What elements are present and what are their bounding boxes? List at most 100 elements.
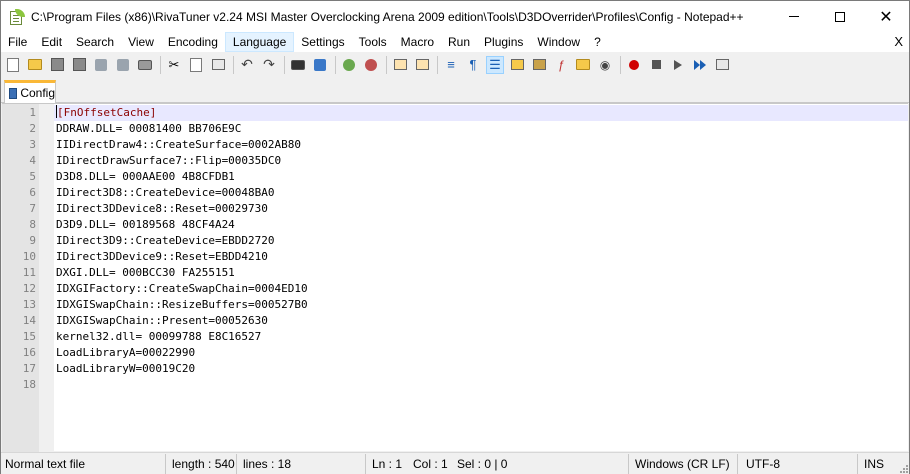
editor-line[interactable]: 13 IDXGISwapChain::ResizeBuffers=000527B0	[23, 297, 908, 313]
close-all-icon[interactable]	[114, 56, 132, 74]
undo-icon[interactable]: ↶	[238, 56, 256, 74]
maximize-icon	[835, 11, 845, 22]
menu-tools[interactable]: Tools	[352, 32, 394, 52]
toolbar-separator	[437, 55, 438, 74]
menu-plugins[interactable]: Plugins	[477, 32, 530, 52]
line-text: kernel32.dll= 00099788 E8C16527	[56, 330, 262, 343]
maximize-button[interactable]	[817, 1, 863, 32]
editor-line[interactable]: 7 IDirect3DDevice8::Reset=00029730	[29, 201, 908, 217]
title-bar[interactable]: C:\Program Files (x86)\RivaTuner v2.24 M…	[1, 1, 909, 32]
editor-line[interactable]: 3 IIDirectDraw4::CreateSurface=0002AB80	[29, 137, 908, 153]
playback-macro-icon[interactable]	[669, 56, 687, 74]
document-map-icon[interactable]	[530, 56, 548, 74]
editor-line[interactable]: 4 IDirectDrawSurface7::Flip=00035DC0	[29, 153, 908, 169]
saved-file-icon	[9, 87, 18, 99]
toolbar-separator	[284, 55, 285, 74]
save-all-icon[interactable]	[70, 56, 88, 74]
cut-icon[interactable]: ✂	[165, 56, 183, 74]
resize-grip-icon[interactable]	[898, 463, 908, 473]
line-number: 9	[29, 234, 36, 247]
menu-edit[interactable]: Edit	[34, 32, 69, 52]
close-window-button[interactable]: ✕	[863, 1, 909, 32]
status-eol[interactable]: Windows (CR LF)	[629, 453, 738, 474]
run-macro-multiple-icon[interactable]	[691, 56, 709, 74]
open-file-icon[interactable]	[26, 56, 44, 74]
line-number: 12	[22, 282, 36, 295]
line-text: LoadLibraryA=00022990	[56, 346, 196, 359]
editor-line[interactable]: 2 DDRAW.DLL= 00081400 BB706E9C	[29, 121, 908, 137]
menu-settings[interactable]: Settings	[294, 32, 351, 52]
stop-recording-icon[interactable]	[647, 56, 665, 74]
editor-line[interactable]: 6 IDirect3D8::CreateDevice=00048BA0	[29, 185, 908, 201]
line-number: 14	[22, 314, 36, 327]
text-lines[interactable]: 1 [FnOffsetCache] 2 DDRAW.DLL= 00081400 B…	[23, 105, 908, 393]
word-wrap-icon[interactable]: ≡	[442, 56, 460, 74]
indent-guide-icon[interactable]: ☰	[486, 55, 504, 74]
minimize-button[interactable]	[771, 1, 817, 32]
menu-file[interactable]: File	[1, 32, 34, 52]
menu-search[interactable]: Search	[69, 32, 121, 52]
save-icon[interactable]	[48, 56, 66, 74]
replace-icon[interactable]	[311, 56, 329, 74]
editor-area[interactable]: 1 [FnOffsetCache] 2 DDRAW.DLL= 00081400 B…	[2, 103, 908, 452]
print-icon[interactable]	[136, 56, 154, 74]
save-macro-icon[interactable]	[713, 56, 731, 74]
menu-language[interactable]: Language	[224, 32, 295, 52]
find-icon[interactable]	[289, 56, 307, 74]
editor-line[interactable]: 18	[23, 377, 908, 393]
line-number: 4	[29, 154, 36, 167]
sync-vertical-icon[interactable]	[391, 56, 409, 74]
fold-margin[interactable]	[39, 104, 54, 452]
zoom-out-icon[interactable]	[362, 56, 380, 74]
menu-view[interactable]: View	[121, 32, 161, 52]
editor-line[interactable]: 15 kernel32.dll= 00099788 E8C16527	[23, 329, 908, 345]
show-all-characters-icon[interactable]: ¶	[464, 56, 482, 74]
paste-icon[interactable]	[209, 56, 227, 74]
copy-icon[interactable]	[187, 56, 205, 74]
menu-macro[interactable]: Macro	[394, 32, 441, 52]
new-file-icon[interactable]	[4, 56, 22, 74]
line-text: D3D9.DLL= 00189568 48CF4A24	[56, 218, 235, 231]
menu-bar: File Edit Search View Encoding Language …	[1, 32, 909, 52]
line-number: 11	[22, 266, 36, 279]
editor-line[interactable]: 17 LoadLibraryW=00019C20	[23, 361, 908, 377]
editor-line[interactable]: 12 IDXGIFactory::CreateSwapChain=0004ED10	[23, 281, 908, 297]
zoom-in-icon[interactable]	[340, 56, 358, 74]
close-icon: ✕	[879, 8, 893, 26]
record-macro-icon[interactable]	[625, 56, 643, 74]
status-ln: Ln : 1	[372, 456, 403, 471]
menu-window[interactable]: Window	[530, 32, 587, 52]
line-number: 18	[22, 378, 36, 391]
status-file-type: Normal text file	[1, 453, 166, 474]
editor-line[interactable]: 8 D3D9.DLL= 00189568 48CF4A24	[29, 217, 908, 233]
function-list-icon[interactable]: ƒ	[552, 56, 570, 74]
editor-line[interactable]: 5 D3D8.DLL= 000AAE00 4B8CFDB1	[29, 169, 908, 185]
window-title: C:\Program Files (x86)\RivaTuner v2.24 M…	[31, 9, 744, 24]
line-text: LoadLibraryW=00019C20	[56, 362, 196, 375]
line-number: 8	[29, 218, 36, 231]
tab-config[interactable]: Config	[4, 80, 56, 103]
folder-as-workspace-icon[interactable]	[574, 56, 592, 74]
user-defined-language-icon[interactable]	[508, 56, 526, 74]
status-encoding: UTF-8	[738, 453, 858, 474]
toolbar-separator	[620, 55, 621, 74]
tab-label: Config	[20, 86, 55, 100]
editor-line[interactable]: 10 IDirect3DDevice9::Reset=EBDD4210	[23, 249, 908, 265]
editor-line[interactable]: 9 IDirect3D9::CreateDevice=EBDD2720	[29, 233, 908, 249]
close-document-button[interactable]: X	[894, 32, 903, 52]
sync-horizontal-icon[interactable]	[413, 56, 431, 74]
menu-help[interactable]: ?	[587, 32, 608, 52]
editor-line[interactable]: 16 LoadLibraryA=00022990	[23, 345, 908, 361]
notepadpp-window: C:\Program Files (x86)\RivaTuner v2.24 M…	[0, 0, 910, 474]
menu-run[interactable]: Run	[441, 32, 477, 52]
redo-icon[interactable]: ↷	[260, 56, 278, 74]
line-number: 10	[22, 250, 36, 263]
close-icon[interactable]	[92, 56, 110, 74]
menu-encoding[interactable]: Encoding	[161, 32, 225, 52]
line-text: D3D8.DLL= 000AAE00 4B8CFDB1	[56, 170, 235, 183]
editor-line[interactable]: 11 DXGI.DLL= 000BCC30 FA255151	[23, 265, 908, 281]
status-insert-mode[interactable]: INS	[858, 454, 902, 474]
editor-line[interactable]: 14 IDXGISwapChain::Present=00052630	[23, 313, 908, 329]
monitoring-icon[interactable]: ◉	[596, 56, 614, 74]
editor-line[interactable]: 1 [FnOffsetCache]	[29, 105, 908, 121]
